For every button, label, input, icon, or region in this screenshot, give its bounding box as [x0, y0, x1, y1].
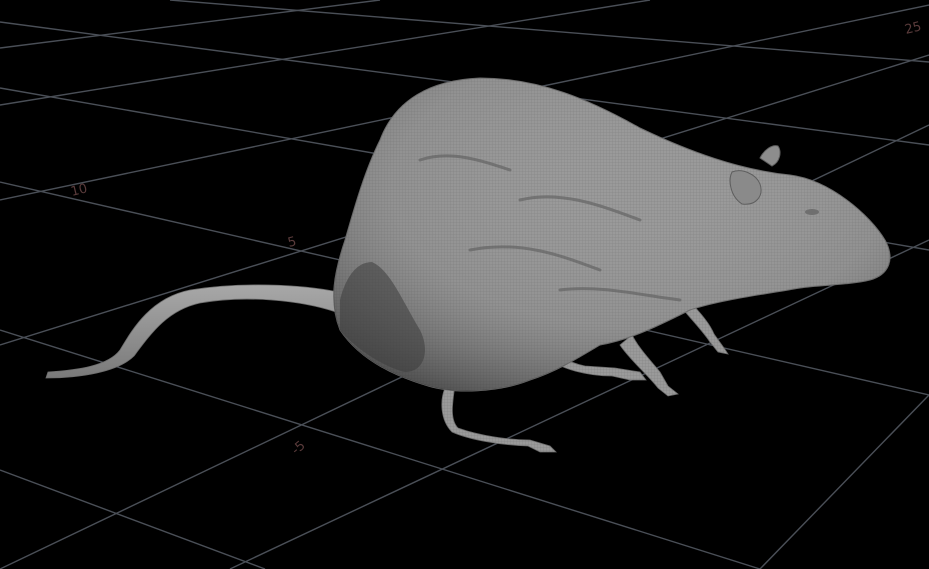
- rat-eye: [805, 209, 819, 215]
- rat-mesh-icon[interactable]: [45, 77, 891, 453]
- grid-label-10: 10: [69, 181, 89, 200]
- grid-label-top-right: 25: [903, 19, 923, 38]
- 3d-viewport[interactable]: 10 5 -5 25: [0, 0, 929, 569]
- rat-ear-far: [759, 145, 781, 167]
- rat-tail: [45, 284, 339, 379]
- viewport-canvas[interactable]: 10 5 -5 25: [0, 0, 929, 569]
- rat-front-leg: [619, 334, 679, 397]
- rat-hind-leg: [441, 384, 557, 453]
- grid-label-neg5: -5: [289, 438, 309, 458]
